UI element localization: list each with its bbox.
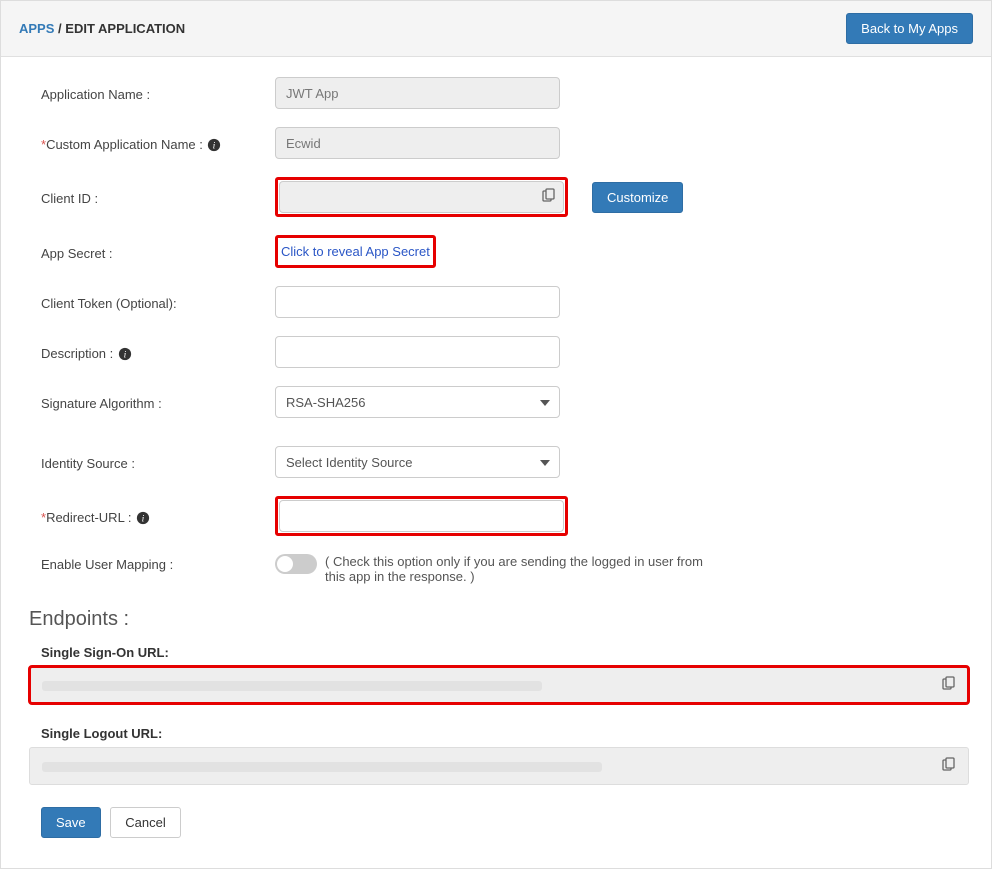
identity-source-select[interactable]: Select Identity Source — [275, 446, 560, 478]
breadcrumb-sep: / — [58, 21, 62, 36]
info-icon[interactable]: i — [207, 138, 221, 152]
page: APPS / EDIT APPLICATION Back to My Apps … — [0, 0, 992, 869]
app-name-input — [275, 77, 560, 109]
footer-buttons: Save Cancel — [41, 807, 961, 838]
content: Application Name : *Custom Application N… — [1, 57, 991, 868]
slo-url-box — [29, 747, 969, 785]
redirect-url-input[interactable] — [279, 500, 564, 532]
row-custom-name: *Custom Application Name : i — [41, 127, 961, 159]
back-to-apps-button[interactable]: Back to My Apps — [846, 13, 973, 44]
customize-button[interactable]: Customize — [592, 182, 683, 213]
row-app-name: Application Name : — [41, 77, 961, 109]
svg-text:i: i — [142, 514, 145, 525]
sso-url-box — [29, 666, 969, 704]
row-app-secret: App Secret : Click to reveal App Secret — [41, 235, 961, 268]
header-bar: APPS / EDIT APPLICATION Back to My Apps — [1, 1, 991, 57]
breadcrumb-apps[interactable]: APPS — [19, 21, 54, 36]
app-secret-highlight: Click to reveal App Secret — [275, 235, 436, 268]
redacted-sso — [42, 681, 542, 691]
app-name-label: Application Name : — [41, 84, 275, 102]
redirect-url-label: *Redirect-URL : i — [41, 507, 275, 526]
copy-icon[interactable] — [540, 188, 556, 207]
row-client-id: Client ID : Customize — [41, 177, 961, 217]
sig-alg-label: Signature Algorithm : — [41, 393, 275, 411]
client-id-input — [279, 181, 564, 213]
row-redirect-url: *Redirect-URL : i — [41, 496, 961, 536]
custom-name-label: *Custom Application Name : i — [41, 134, 275, 153]
copy-icon[interactable] — [940, 757, 956, 776]
info-icon[interactable]: i — [118, 347, 132, 361]
info-icon[interactable]: i — [136, 511, 150, 525]
copy-icon[interactable] — [940, 676, 956, 695]
client-token-label: Client Token (Optional): — [41, 293, 275, 311]
svg-text:i: i — [213, 141, 216, 152]
sig-alg-select[interactable]: RSA-SHA256 — [275, 386, 560, 418]
client-token-input[interactable] — [275, 286, 560, 318]
row-enable-mapping: Enable User Mapping : ( Check this optio… — [41, 554, 961, 584]
row-identity-source: Identity Source : Select Identity Source — [41, 446, 961, 478]
row-sig-alg: Signature Algorithm : RSA-SHA256 — [41, 386, 961, 418]
sso-url-label: Single Sign-On URL: — [41, 645, 961, 660]
enable-mapping-hint: ( Check this option only if you are send… — [325, 554, 715, 584]
breadcrumb-page: EDIT APPLICATION — [65, 21, 185, 36]
custom-name-input — [275, 127, 560, 159]
endpoints-heading: Endpoints : — [29, 608, 961, 631]
row-description: Description : i — [41, 336, 961, 368]
enable-mapping-label: Enable User Mapping : — [41, 554, 275, 572]
breadcrumb: APPS / EDIT APPLICATION — [19, 21, 185, 36]
identity-source-label: Identity Source : — [41, 453, 275, 471]
reveal-app-secret-link[interactable]: Click to reveal App Secret — [279, 239, 432, 264]
svg-text:i: i — [124, 350, 127, 361]
row-client-token: Client Token (Optional): — [41, 286, 961, 318]
client-id-highlight — [275, 177, 568, 217]
enable-mapping-toggle[interactable] — [275, 554, 317, 574]
description-label: Description : i — [41, 343, 275, 362]
redacted-slo — [42, 762, 602, 772]
client-id-label: Client ID : — [41, 188, 275, 206]
description-input[interactable] — [275, 336, 560, 368]
redirect-url-highlight — [275, 496, 568, 536]
app-secret-label: App Secret : — [41, 243, 275, 261]
save-button[interactable]: Save — [41, 807, 101, 838]
cancel-button[interactable]: Cancel — [110, 807, 180, 838]
